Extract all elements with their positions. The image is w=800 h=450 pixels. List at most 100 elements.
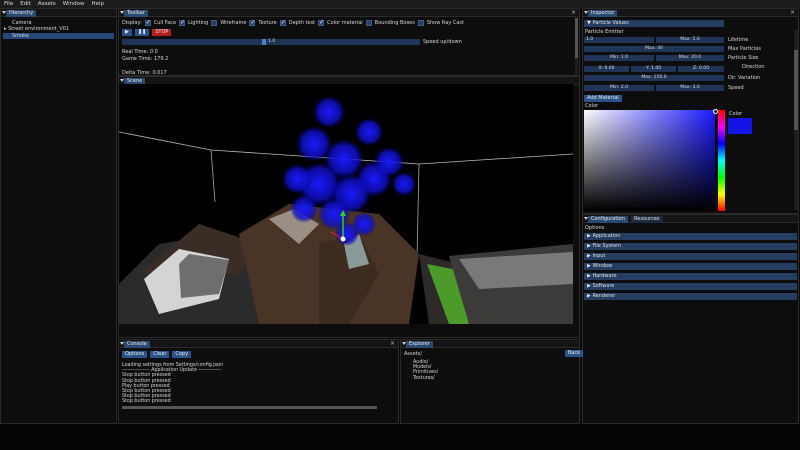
color-material-checkbox[interactable] [318, 19, 324, 26]
toolbar-panel: Toolbar × Display: Cull Face Lighting Wi… [118, 8, 580, 76]
inspector-titlebar: Inspector × [583, 9, 798, 17]
particle-emitter-label: Particle Emitter [585, 29, 624, 35]
folder-item[interactable]: Primitives/ [413, 370, 438, 375]
speed-min-field[interactable]: Min: 2.0 [584, 85, 654, 91]
particle-values-header[interactable]: ▼ Particle Values [584, 20, 724, 27]
show-ray-cast-label: Show Ray Cast [426, 20, 464, 26]
hue-slider[interactable] [718, 110, 725, 211]
hierarchy-panel: Hierarchy Camera ▸ Street environment_V0… [0, 8, 117, 424]
close-icon[interactable]: × [790, 9, 795, 16]
config-item-label: File System [592, 243, 622, 249]
clear-button[interactable]: Clear [150, 351, 170, 358]
menu-help[interactable]: Help [91, 1, 104, 7]
max-particles-slider[interactable]: Max: 40 [584, 46, 724, 52]
cull-face-label: Cull Face [153, 20, 177, 26]
direction-y-field[interactable]: Y: 1.00 [631, 66, 676, 72]
config-item-label: Hardware [592, 273, 617, 279]
hierarchy-item-smoke[interactable]: Smoke [3, 33, 114, 39]
config-item-renderer[interactable]: ▶ Renderer [584, 293, 797, 300]
explorer-tab[interactable]: Explorer [406, 340, 433, 348]
config-item-software[interactable]: ▶ Software [584, 283, 797, 290]
config-item-application[interactable]: ▶ Application [584, 233, 797, 240]
chevron-down-icon: ▼ [587, 20, 591, 26]
bounding-boxes-checkbox[interactable] [365, 20, 372, 26]
wireframe-label: Wireframe [220, 20, 247, 26]
config-item-label: Software [592, 283, 615, 289]
copy-button[interactable]: Copy [172, 351, 192, 358]
depth-test-checkbox[interactable] [279, 19, 286, 26]
config-item-input[interactable]: ▶ Input [584, 253, 797, 260]
add-material-button[interactable]: Add Material [584, 95, 622, 102]
config-item-window[interactable]: ▶ Window [584, 263, 797, 270]
hierarchy-tab[interactable]: Hierarchy [6, 9, 37, 17]
toolbar-tab[interactable]: Toolbar [124, 9, 149, 17]
explorer-panel: Explorer Assets/ Back Audio/ Models/ Pri… [400, 339, 584, 424]
texture-checkbox[interactable] [249, 19, 255, 26]
play-button[interactable]: ▶ [122, 29, 132, 36]
console-tab[interactable]: Console [124, 340, 150, 348]
config-item-label: Application [592, 233, 621, 239]
scene-viewport[interactable] [119, 84, 573, 324]
size-max-field[interactable]: Max: 20.0 [656, 55, 724, 61]
menu-window[interactable]: Window [63, 1, 85, 7]
bounding-boxes-label: Bounding Boxes [374, 20, 415, 26]
console-horizontal-scrollbar[interactable] [122, 406, 377, 409]
texture-label: Texture [258, 20, 277, 26]
stop-button[interactable]: STOP [152, 29, 172, 36]
console-titlebar: Console × [119, 340, 398, 348]
hierarchy-item-label: Street environment_V01 [8, 26, 70, 32]
speed-slider[interactable]: 1.0 [122, 39, 420, 45]
explorer-path: Assets/ [404, 351, 422, 357]
slider-grab-handle[interactable] [262, 39, 266, 45]
console-log: Loading settings from Settings/config.js… [122, 363, 223, 405]
config-item-label: Input [592, 253, 606, 259]
pause-button[interactable]: ❚❚ [134, 29, 150, 36]
inspector-tab[interactable]: Inspector [588, 9, 618, 17]
color-label: Color [585, 103, 599, 109]
color-swatch[interactable] [728, 118, 752, 134]
expand-arrow-icon[interactable]: ▸ [4, 26, 7, 32]
menu-file[interactable]: File [4, 1, 13, 7]
speed-value: 1.0 [268, 39, 276, 44]
display-label: Display: [122, 20, 142, 26]
wireframe-checkbox[interactable] [211, 20, 218, 26]
max-particles-label: Max Particles [728, 46, 762, 52]
hierarchy-item-street[interactable]: ▸ Street environment_V01 [4, 26, 69, 32]
direction-variation-slider[interactable]: Max: 150.0 [584, 75, 724, 81]
real-time-text: Real Time: 0.0 [122, 49, 158, 55]
particle-size-label: Particle Size [728, 55, 759, 61]
close-icon[interactable]: × [571, 9, 576, 16]
back-button[interactable]: Back [565, 350, 584, 357]
lifetime-max-field[interactable]: Max: 5.0 [656, 37, 724, 43]
folder-item[interactable]: Textures/ [413, 376, 438, 381]
lifetime-min-field[interactable]: 1.0 [584, 37, 654, 43]
cull-face-checkbox[interactable] [144, 19, 151, 26]
lighting-checkbox[interactable] [179, 19, 185, 26]
menu-edit[interactable]: Edit [20, 1, 31, 7]
inspector-scrollbar[interactable] [794, 30, 798, 210]
status-bar [0, 424, 800, 450]
configuration-titlebar: Configuration Resources [583, 215, 798, 223]
speed-max-field[interactable]: Max: 3.0 [656, 85, 724, 91]
scene-render [119, 84, 573, 324]
toolbar-scrollbar[interactable] [575, 18, 578, 75]
color-picker-square[interactable] [584, 110, 715, 211]
explorer-list: Audio/ Models/ Primitives/ Textures/ [413, 360, 438, 381]
speed-label-inspector: Speed [728, 85, 744, 91]
direction-variation-label: Dir. Variation [728, 75, 761, 81]
config-item-file-system[interactable]: ▶ File System [584, 243, 797, 250]
direction-x-field[interactable]: X: 0.00 [584, 66, 629, 72]
console-buttons: Options Clear Copy [122, 351, 192, 358]
resources-tab[interactable]: Resources [631, 215, 663, 223]
configuration-tab[interactable]: Configuration [588, 215, 628, 223]
show-ray-cast-checkbox[interactable] [417, 20, 424, 26]
menu-assets[interactable]: Assets [38, 1, 56, 7]
close-icon[interactable]: × [390, 340, 395, 347]
config-item-label: Renderer [592, 293, 616, 299]
depth-test-label: Depth test [288, 20, 316, 26]
log-line: Stop button pressed [122, 399, 171, 405]
size-min-field[interactable]: Min: 1.0 [584, 55, 654, 61]
direction-z-field[interactable]: Z: 0.00 [678, 66, 724, 72]
config-item-hardware[interactable]: ▶ Hardware [584, 273, 797, 280]
options-button[interactable]: Options [122, 351, 148, 358]
